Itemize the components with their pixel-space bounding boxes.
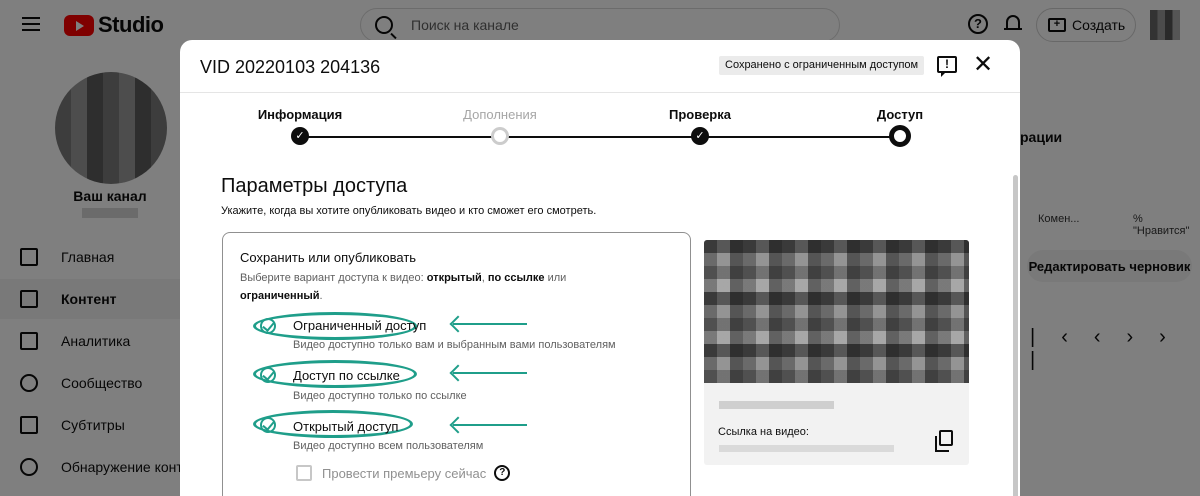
filename-blurred: [719, 401, 834, 409]
option-private-desc: Видео доступно только вам и выбранным ва…: [293, 339, 616, 351]
dialog-title: VID 20220103 204136: [200, 57, 381, 77]
section-title: Параметры доступа: [221, 175, 408, 197]
close-icon[interactable]: ✕: [973, 53, 993, 77]
option-public-desc: Видео доступно всем пользователям: [293, 440, 484, 452]
step-visibility-label[interactable]: Доступ: [877, 107, 923, 122]
premiere-checkbox[interactable]: [296, 465, 312, 481]
visibility-dialog: VID 20220103 204136 Сохранено с ограниче…: [180, 40, 1020, 496]
save-status-badge: Сохранено с ограниченным доступом: [719, 56, 925, 75]
video-thumbnail[interactable]: [704, 240, 969, 383]
video-link-label: Ссылка на видео:: [718, 426, 809, 438]
step-checks-label[interactable]: Проверка: [669, 107, 731, 122]
dialog-scrollbar[interactable]: [1013, 175, 1018, 496]
help-icon[interactable]: ?: [494, 465, 511, 481]
section-description: Укажите, когда вы хотите опубликовать ви…: [221, 205, 597, 217]
option-unlisted-label[interactable]: Доступ по ссылке: [293, 368, 400, 383]
premiere-label[interactable]: Провести премьеру сейчас: [322, 466, 486, 481]
stepper-track: [300, 136, 900, 138]
option-unlisted-desc: Видео доступно только по ссылке: [293, 390, 467, 402]
feedback-icon[interactable]: !: [937, 56, 957, 77]
step-current-dot-icon[interactable]: [889, 125, 911, 147]
step-elements-label[interactable]: Дополнения: [463, 107, 537, 122]
save-or-publish-card: Сохранить или опубликовать Выберите вари…: [222, 232, 691, 496]
card-description: Выберите вариант доступа к видео: открыт…: [240, 272, 567, 302]
annotation-arrow-icon: [453, 424, 527, 426]
radio-checked-icon[interactable]: [260, 417, 276, 433]
dialog-header-divider: [180, 92, 1020, 93]
video-link-blurred[interactable]: [719, 445, 894, 452]
premiere-option: Провести премьеру сейчас ?: [296, 465, 511, 481]
video-preview-card: Ссылка на видео:: [704, 240, 969, 465]
radio-checked-icon[interactable]: [260, 367, 276, 383]
card-title: Сохранить или опубликовать: [240, 250, 417, 265]
annotation-arrow-icon: [453, 372, 527, 374]
step-done-check-icon[interactable]: ✓: [291, 127, 309, 145]
step-pending-dot-icon[interactable]: [491, 127, 509, 145]
annotation-arrow-icon: [453, 323, 527, 325]
option-private-label[interactable]: Ограниченный доступ: [293, 318, 426, 333]
radio-checked-icon[interactable]: [260, 318, 276, 334]
copy-icon[interactable]: [935, 430, 953, 452]
step-details-label[interactable]: Информация: [258, 107, 342, 122]
option-public-label[interactable]: Открытый доступ: [293, 419, 398, 434]
step-done-check-icon[interactable]: ✓: [691, 127, 709, 145]
